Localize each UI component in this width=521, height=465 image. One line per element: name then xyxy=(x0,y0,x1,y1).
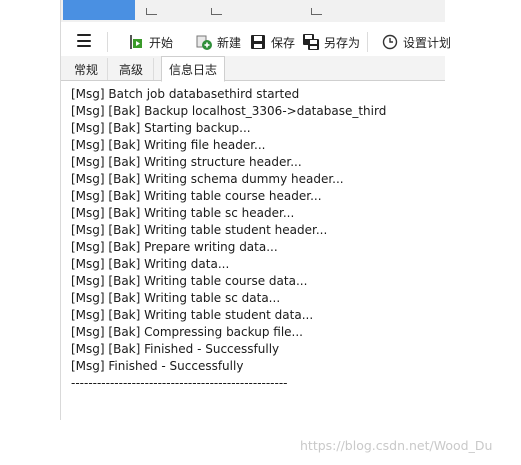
save-label: 保存 xyxy=(271,35,296,50)
log-line: [Msg] [Bak] Starting backup... xyxy=(71,121,251,135)
tab-advanced[interactable]: 高级 xyxy=(109,58,154,80)
log-line: [Msg] Batch job databasethird started xyxy=(71,87,300,101)
log-line: [Msg] Finished - Successfully xyxy=(71,359,244,373)
log-line: [Msg] [Bak] Writing table course data... xyxy=(71,274,308,288)
log-line: [Msg] [Bak] Writing table sc header... xyxy=(71,206,295,220)
toolbar-separator xyxy=(367,32,368,52)
log-line: [Msg] [Bak] Prepare writing data... xyxy=(71,240,278,254)
tab-advanced-label: 高级 xyxy=(118,62,143,77)
hamburger-icon[interactable] xyxy=(77,34,91,48)
tab-info-log-label: 信息日志 xyxy=(168,62,217,77)
log-line: ----------------------------------------… xyxy=(71,376,288,390)
tab-bar: 常规 高级 信息日志 xyxy=(61,56,445,82)
log-line: [Msg] [Bak] Writing schema dummy header.… xyxy=(71,172,344,186)
tab-info-log[interactable]: 信息日志 xyxy=(161,56,225,82)
window-top-strip xyxy=(61,0,445,22)
log-line: [Msg] [Bak] Finished - Successfully xyxy=(71,342,280,356)
log-output: [Msg] Batch job databasethird started [Ms… xyxy=(71,86,441,392)
start-button[interactable]: 开始 xyxy=(127,26,173,58)
new-button[interactable]: 新建 xyxy=(195,26,241,58)
start-label: 开始 xyxy=(149,35,174,50)
tab-general-label: 常规 xyxy=(73,62,98,77)
toolbar: 开始 新建 保存 另存为 设置计划 xyxy=(61,26,451,59)
active-window-tab[interactable] xyxy=(63,0,135,20)
log-line: [Msg] [Bak] Writing table course header.… xyxy=(71,189,322,203)
strip-marker xyxy=(146,8,157,15)
new-icon xyxy=(195,33,213,51)
schedule-button[interactable]: 设置计划 xyxy=(381,26,451,58)
backup-window: 开始 新建 保存 另存为 设置计划 常规 高级 信息日志 [Msg] Batch… xyxy=(60,0,451,420)
strip-marker xyxy=(211,8,222,15)
log-line: [Msg] [Bak] Writing data... xyxy=(71,257,230,271)
log-line: [Msg] [Bak] Writing table student header… xyxy=(71,223,328,237)
strip-marker xyxy=(311,8,322,15)
log-line: [Msg] [Bak] Writing structure header... xyxy=(71,155,302,169)
log-line: [Msg] [Bak] Backup localhost_3306->datab… xyxy=(71,104,387,118)
new-label: 新建 xyxy=(217,35,242,50)
save-as-label: 另存为 xyxy=(324,35,361,50)
log-line: [Msg] [Bak] Writing file header... xyxy=(71,138,266,152)
save-as-button[interactable]: 另存为 xyxy=(302,26,360,58)
play-icon xyxy=(127,33,145,51)
log-line: [Msg] [Bak] Writing table student data..… xyxy=(71,308,314,322)
toolbar-separator xyxy=(107,32,108,52)
save-as-icon xyxy=(302,33,320,51)
watermark: https://blog.csdn.net/Wood_Du xyxy=(300,438,493,453)
save-icon xyxy=(249,33,267,51)
clock-icon xyxy=(381,33,399,51)
log-line: [Msg] [Bak] Writing table sc data... xyxy=(71,291,281,305)
log-line: [Msg] [Bak] Compressing backup file... xyxy=(71,325,303,339)
save-button[interactable]: 保存 xyxy=(249,26,295,58)
schedule-label: 设置计划 xyxy=(403,35,452,50)
tab-general[interactable]: 常规 xyxy=(65,58,108,80)
